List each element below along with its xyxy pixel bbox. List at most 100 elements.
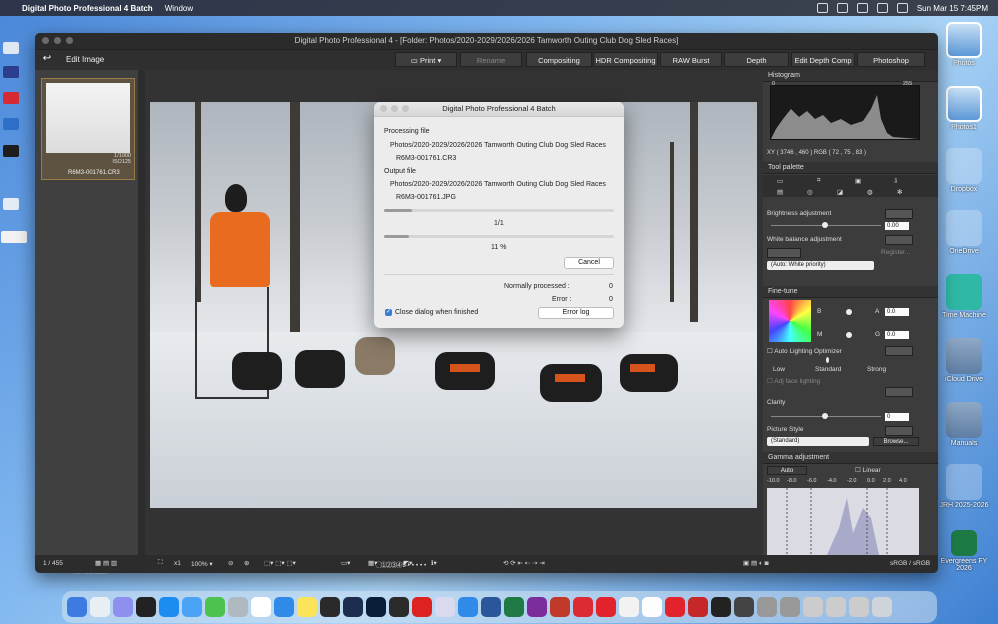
picture-style-select[interactable]: (Standard) <box>767 437 869 446</box>
desktop-evergreens[interactable]: Evergreens FY 2026 <box>938 530 990 572</box>
onenote-icon[interactable] <box>527 597 547 617</box>
af-points-icon[interactable]: ▦▾ <box>368 559 377 567</box>
dialog-minimize-button[interactable] <box>391 105 398 112</box>
hdr-compositing-button[interactable]: HDR Compositing <box>593 52 658 67</box>
preview-icon[interactable] <box>458 597 478 617</box>
view-layout-icons[interactable]: ▣ ▤ ◐ ◙ <box>743 559 769 567</box>
desktop-manuals[interactable]: Manuals <box>938 402 990 447</box>
mission-control-icon[interactable] <box>136 597 156 617</box>
contacts-icon[interactable] <box>228 597 248 617</box>
desktop-file-icon[interactable] <box>3 198 19 210</box>
desktop-photos[interactable]: Photos <box>938 22 990 67</box>
dialog-zoom-button[interactable] <box>402 105 409 112</box>
curve-tab-icon[interactable]: ◪ <box>837 188 843 196</box>
desktop-app-icon[interactable] <box>3 118 19 130</box>
wb-select[interactable]: (Auto: White priority) <box>767 261 874 270</box>
menu-window[interactable]: Window <box>165 4 193 13</box>
finder-icon[interactable] <box>67 597 87 617</box>
rotate-icons[interactable]: ⟲ ⟳ ⇤ ⇠ ⇢ ⇥ <box>503 559 545 567</box>
thumbnail-item[interactable]: 1/1000 ISO125 R6M3-001761.CR3 <box>41 78 135 180</box>
desktop-icloud-drive[interactable]: iCloud Drive <box>938 338 990 383</box>
desktop-photos1[interactable]: Photos1 <box>938 86 990 131</box>
print-button[interactable]: ▭ Print ▾ <box>395 52 457 67</box>
cloud-icon[interactable] <box>816 3 828 13</box>
fit-screen-icon[interactable]: ⛶ <box>158 559 163 567</box>
face-lighting-checkbox[interactable]: ☐ Adj face lighting <box>767 377 820 385</box>
finetune-header[interactable]: Fine-tune <box>763 286 938 298</box>
tool-palette-header[interactable]: Tool palette <box>763 162 938 174</box>
cancel-button[interactable]: Cancel <box>564 257 614 269</box>
camera-utility-icon[interactable] <box>320 597 340 617</box>
dialog-close-button[interactable] <box>380 105 387 112</box>
raw-burst-button[interactable]: RAW Burst <box>660 52 722 67</box>
desktop-file-icon[interactable] <box>3 42 19 54</box>
desktop-file-icon[interactable] <box>3 145 19 157</box>
face-reset-button[interactable] <box>885 387 913 397</box>
basic-tab-icon[interactable]: ▤ <box>777 188 783 196</box>
brightness-reset-button[interactable] <box>885 209 913 219</box>
screen-icon[interactable] <box>803 597 823 617</box>
crop-icon[interactable]: ⌗ <box>817 177 821 185</box>
zoom-out-icon[interactable]: ⊖ <box>228 559 233 567</box>
menu-clock[interactable]: Sun Mar 15 7:45PM <box>917 4 988 13</box>
powerpoint-icon[interactable] <box>550 597 570 617</box>
grid-overlay-icon[interactable]: ▭▾ <box>341 559 350 567</box>
dpp-batch-icon[interactable] <box>412 597 432 617</box>
control-center-icon[interactable] <box>896 3 908 13</box>
close-window-button[interactable] <box>42 37 49 44</box>
clarity-value[interactable]: 0 <box>885 413 909 421</box>
compositing-button[interactable]: Compositing <box>526 52 592 67</box>
grid-view-icon[interactable]: ▦ ▤ ▥ <box>95 559 117 567</box>
picture-style-reset-button[interactable] <box>885 426 913 436</box>
app-icon[interactable] <box>734 597 754 617</box>
panel-splitter[interactable] <box>138 70 145 555</box>
alo-level-knob[interactable] <box>826 357 829 363</box>
desktop-file-icon[interactable] <box>3 66 19 78</box>
export-icon[interactable]: ⇩ <box>893 177 898 185</box>
gamma-header[interactable]: Gamma adjustment <box>763 452 938 464</box>
desktop-jrh[interactable]: JRH 2025-2026 <box>938 464 990 509</box>
utility-icon[interactable] <box>435 597 455 617</box>
desktop-app-icon[interactable] <box>3 92 19 104</box>
white-app-icon[interactable] <box>619 597 639 617</box>
zoom-window-button[interactable] <box>66 37 73 44</box>
view-mode-icons[interactable]: ⬚▾ ⬚▾ ⬚▾ <box>264 559 296 567</box>
desktop-onedrive[interactable]: OneDrive <box>938 210 990 255</box>
mail-icon[interactable] <box>182 597 202 617</box>
lens-tab-icon[interactable]: ◎ <box>807 188 813 196</box>
depth-compositing-button[interactable]: Depth Compositing <box>724 52 789 80</box>
rename-button[interactable]: Rename <box>460 52 522 67</box>
back-arrow-icon[interactable]: ↩ <box>41 53 53 65</box>
image-icon[interactable]: ▣ <box>855 177 861 185</box>
dpp-icon[interactable] <box>389 597 409 617</box>
color-wheel[interactable] <box>769 300 811 342</box>
eu-app-icon[interactable] <box>573 597 593 617</box>
clarity-slider-knob[interactable] <box>822 413 828 419</box>
dark-app-icon[interactable] <box>711 597 731 617</box>
rating-stars[interactable]: ⃝1 ⃝2 ⃝3 ⃝4 ⃝5 • • • • • <box>382 559 426 569</box>
folder-stack-icon[interactable] <box>780 597 800 617</box>
zoom-select[interactable]: 100% ▾ <box>191 560 213 568</box>
zoom-in-icon[interactable]: ⊕ <box>244 559 249 567</box>
menu-app-name[interactable]: Digital Photo Professional 4 Batch <box>22 4 153 13</box>
gamma-graph[interactable] <box>767 488 919 555</box>
edit-depth-comp-button[interactable]: Edit Depth Comp <box>791 52 855 67</box>
finetune-m-knob[interactable] <box>846 332 852 338</box>
minimize-window-button[interactable] <box>54 37 61 44</box>
desktop-dropbox[interactable]: Dropbox <box>938 148 990 193</box>
gamma-auto-button[interactable]: Auto <box>767 466 807 475</box>
launchpad-icon[interactable] <box>113 597 133 617</box>
finetune-g-value[interactable]: 0.0 <box>885 331 909 339</box>
grid-app-icon[interactable] <box>665 597 685 617</box>
trash-icon[interactable] <box>872 597 892 617</box>
icloud-icon[interactable] <box>90 597 110 617</box>
folder-stack-icon[interactable] <box>757 597 777 617</box>
wb-reset-button[interactable] <box>885 235 913 245</box>
messages-icon[interactable] <box>205 597 225 617</box>
word-icon[interactable] <box>481 597 501 617</box>
error-log-button[interactable]: Error log <box>538 307 614 319</box>
alo-reset-button[interactable] <box>885 346 913 356</box>
wb-eyedropper-button[interactable] <box>767 248 801 258</box>
lightroom-classic-icon[interactable] <box>343 597 363 617</box>
color-tab-icon[interactable]: ◍ <box>867 188 873 196</box>
